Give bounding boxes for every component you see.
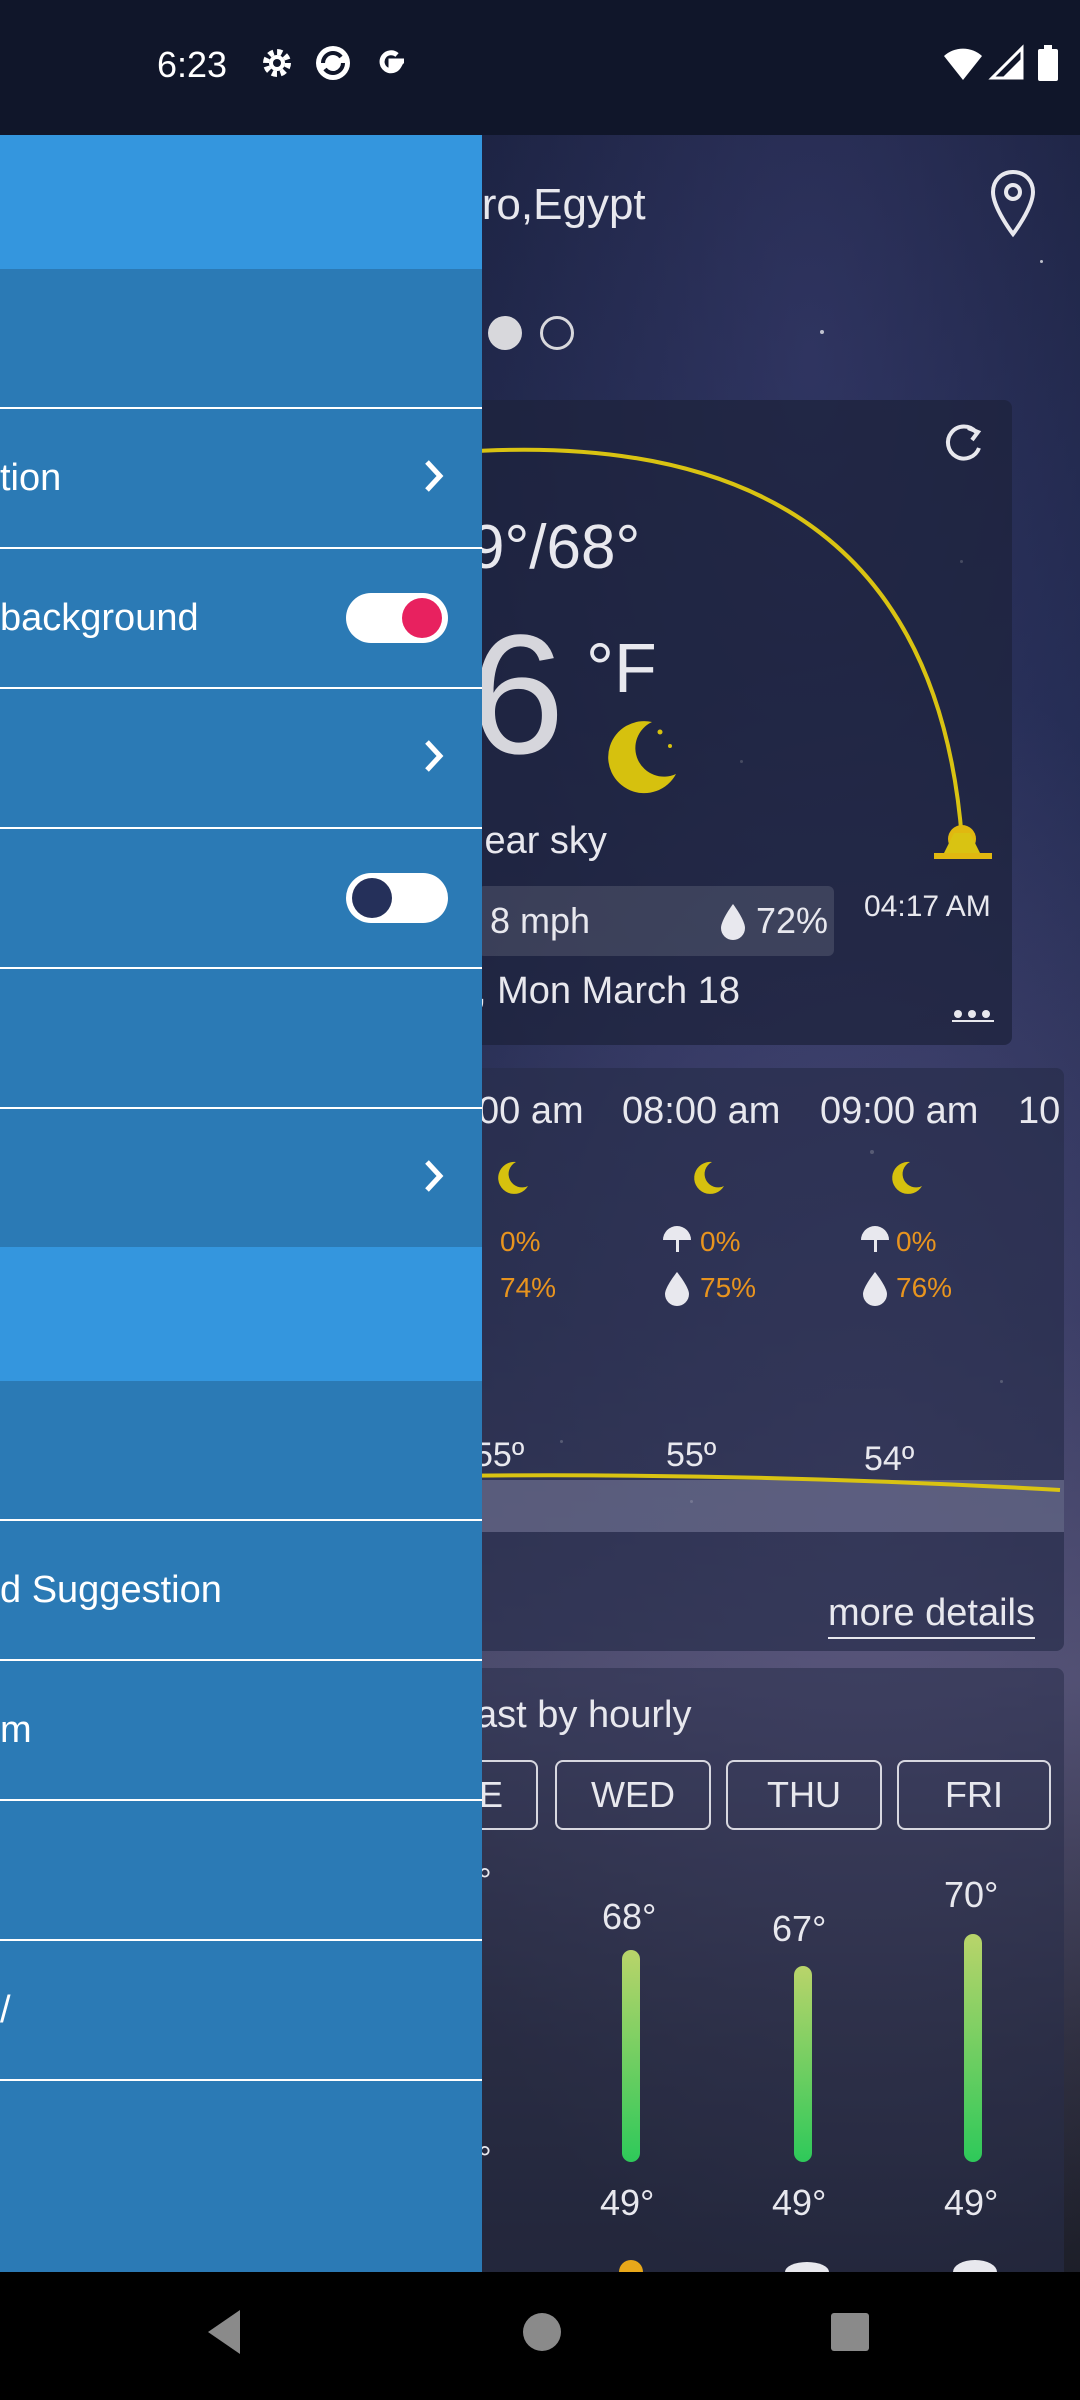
city-name[interactable]: iro,Egypt [472,180,646,230]
rain-chance: 0% [700,1226,741,1257]
drawer-item-label: / [0,1989,11,2031]
temp-range: 9°/68° [470,513,641,582]
more-details-link[interactable]: more details [828,1592,1035,1639]
toggle-knob [352,878,392,918]
chevron-right-icon [425,740,444,772]
humidity-icon [665,1272,689,1306]
cloud-icon [785,2262,829,2272]
rain-chance: 0% [896,1226,937,1257]
sun-icon [619,2260,643,2272]
wifi-icon [944,48,982,80]
condition-text: lear sky [476,820,607,862]
daily-low: 49° [772,2182,827,2223]
sunrise-icon [934,825,992,859]
umbrella-icon [861,1226,889,1252]
humidity-value: 72% [756,900,829,941]
sunrise-time: 04:17 AM [864,890,991,923]
drawer-header [0,135,482,269]
drawer-item-label: d Suggestion [0,1569,222,1611]
forecast-title: ast by hourly [476,1694,692,1736]
drawer-item[interactable] [0,689,482,829]
daily-high: 70° [944,1874,999,1915]
hourly-temp: 55º [666,1436,717,1474]
day-tab[interactable]: WED [555,1760,711,1830]
moon-icon [892,1161,922,1194]
drawer-item-location[interactable]: tion [0,409,482,549]
daily-low: 49° [944,2182,999,2223]
drawer-item[interactable] [0,829,482,969]
daily-high: 68° [602,1896,657,1937]
moon-icon [694,1161,724,1194]
background-toggle[interactable] [346,593,448,643]
daily-high: 67° [772,1908,827,1949]
status-time: 6:23 [157,44,228,85]
humidity-icon [721,904,745,940]
status-bar: 6:23 [0,0,1080,135]
cell-signal-icon [988,44,1024,80]
home-icon[interactable] [520,2302,564,2362]
rain-chance: 0% [500,1226,541,1257]
current-temp: 6 [470,600,565,790]
drawer-item[interactable] [0,1801,482,1941]
hourly-card [440,1068,1064,1651]
humidity-icon [863,1272,887,1306]
page-dot[interactable] [540,316,574,350]
drawer-item[interactable] [0,269,482,409]
toggle-knob [402,598,442,638]
drawer-section-header [0,1247,482,1381]
temp-range-bar [794,1966,812,2162]
drawer-item[interactable]: m [0,1661,482,1801]
hourly-humidity: 75% [700,1272,757,1303]
drawer-item[interactable]: / [0,1941,482,2081]
temp-unit[interactable]: °F [586,628,657,708]
settings-gear-icon [263,49,291,77]
drawer-item[interactable] [0,1109,482,1247]
temp-range-bar [964,1934,982,2162]
drawer-item-label: background [0,597,199,639]
recents-icon[interactable] [828,2302,872,2362]
google-icon [379,50,404,74]
location-pin-icon[interactable] [988,168,1038,240]
day-tab[interactable]: THU [726,1760,882,1830]
daily-low: 49° [600,2182,655,2223]
wind-speed: 8 mph [490,900,591,941]
hourly-temp: 54º [864,1440,915,1478]
cloud-icon [953,2260,997,2272]
chevron-right-icon [425,1160,444,1192]
hourly-humidity: 76% [896,1272,953,1303]
moon-icon [608,721,676,794]
sync-app-icon [316,46,350,80]
hourly-humidity: 74% [500,1272,557,1303]
drawer-item-label: m [0,1709,32,1751]
back-icon[interactable] [200,2302,250,2362]
drawer-item-feedback[interactable]: d Suggestion [0,1521,482,1661]
drawer-item[interactable] [0,969,482,1109]
setting-toggle[interactable] [346,873,448,923]
temp-range-bar [622,1950,640,2162]
day-tab[interactable]: FRI [897,1760,1051,1830]
temp-curve-line [440,1473,1061,1492]
hour-time: 08:00 am [622,1090,781,1132]
battery-icon [1038,45,1058,81]
hour-time: 09:00 am [820,1090,979,1132]
drawer-item-background[interactable]: background [0,549,482,689]
navigation-drawer: tion background d Suggestion m / [0,135,482,2272]
drawer-item-label: tion [0,457,62,499]
chevron-right-icon [425,460,444,492]
hour-time: 00 am [478,1090,584,1132]
page-dot-active[interactable] [488,316,522,350]
ellipsis-icon[interactable] [952,1008,996,1024]
drawer-item[interactable] [0,1381,482,1521]
date-text: , Mon March 18 [476,970,740,1012]
refresh-icon[interactable] [938,418,988,468]
moon-icon [498,1161,528,1194]
umbrella-icon [663,1226,691,1252]
hour-time-partial: 10 [1018,1090,1061,1132]
system-nav-bar [0,2272,1080,2400]
